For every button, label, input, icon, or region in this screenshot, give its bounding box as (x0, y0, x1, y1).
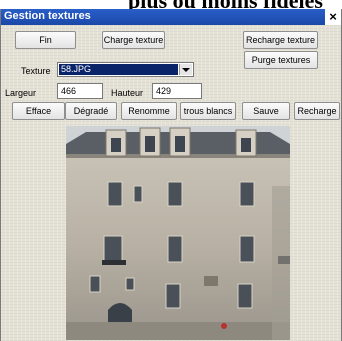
degrade-button[interactable]: Dégradé (65, 102, 117, 120)
window-title: Gestion textures (4, 10, 91, 22)
texture-selected-value: 58.JPG (59, 64, 178, 75)
texture-select[interactable]: 58.JPG (57, 62, 194, 77)
charge-texture-button[interactable]: Charge texture (102, 31, 165, 49)
renomme-button[interactable]: Renomme (121, 102, 177, 120)
purge-textures-button[interactable]: Purge textures (244, 51, 318, 69)
texture-label: Texture (21, 66, 51, 76)
height-field[interactable]: 429 (152, 83, 202, 99)
close-button[interactable]: × (325, 9, 341, 25)
texture-preview-image (66, 126, 290, 340)
recharge-texture-button[interactable]: Recharge texture (243, 31, 318, 49)
width-label: Largeur (5, 88, 37, 98)
chevron-down-icon[interactable] (179, 64, 192, 75)
window-titlebar[interactable]: Gestion textures × (1, 9, 341, 25)
fin-button[interactable]: Fin (15, 31, 76, 49)
sauve-button[interactable]: Sauve (242, 102, 290, 120)
trous-blancs-button[interactable]: trous blancs (180, 102, 236, 120)
width-field[interactable]: 466 (57, 83, 103, 99)
height-label: Hauteur (111, 88, 144, 98)
recharge-button[interactable]: Recharge (294, 102, 340, 120)
efface-button[interactable]: Efface (12, 102, 65, 120)
texture-manager-window: Gestion textures × Fin Charge texture Re… (0, 9, 342, 341)
